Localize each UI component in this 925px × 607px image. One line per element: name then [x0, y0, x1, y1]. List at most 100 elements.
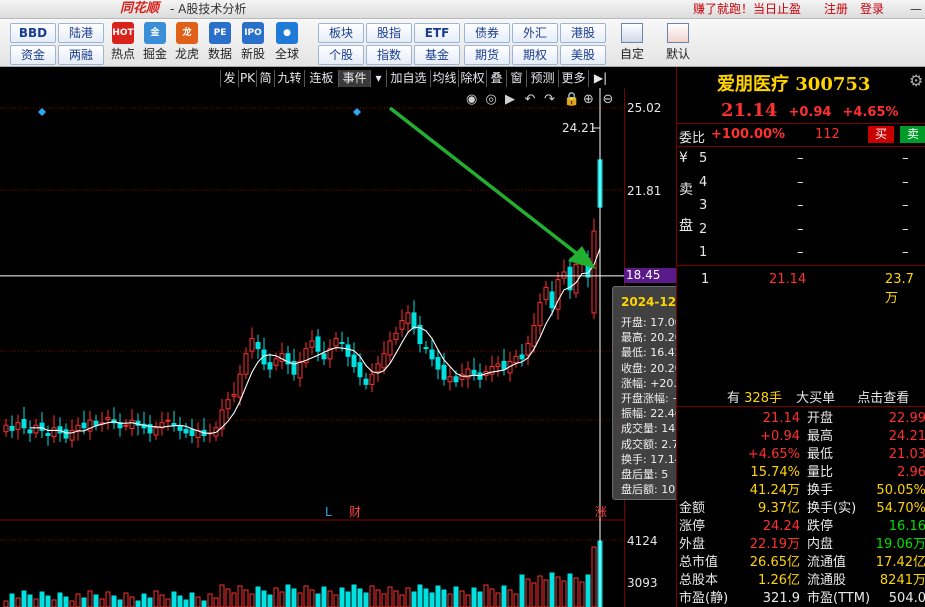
- candle-body[interactable]: [3, 424, 9, 433]
- candle-body[interactable]: [273, 358, 279, 366]
- candle-body[interactable]: [51, 427, 57, 438]
- event-marker[interactable]: L: [325, 505, 332, 519]
- candle-body[interactable]: [81, 422, 87, 429]
- overlay-button[interactable]: 叠: [486, 70, 506, 87]
- candle-body[interactable]: [537, 302, 543, 327]
- candle-body[interactable]: [363, 378, 369, 385]
- candle-body[interactable]: [573, 263, 579, 294]
- default-button[interactable]: 默认: [660, 22, 696, 66]
- candle-body[interactable]: [399, 320, 405, 330]
- nine-turn-button[interactable]: 九转: [274, 70, 304, 87]
- candle-body[interactable]: [237, 373, 243, 398]
- gear-icon[interactable]: ⚙: [909, 71, 923, 90]
- candle-body[interactable]: [381, 353, 387, 369]
- expand-panel-icon[interactable]: ▶|: [588, 70, 612, 87]
- candle-body[interactable]: [105, 417, 111, 420]
- bbd-button[interactable]: BBD: [10, 23, 56, 43]
- candle-body[interactable]: [123, 424, 129, 427]
- toolbar-new-stock-button[interactable]: IPO 新股: [238, 22, 268, 66]
- candle-body[interactable]: [357, 362, 363, 378]
- candle-body[interactable]: [375, 363, 381, 373]
- fund-button[interactable]: 基金: [414, 45, 460, 65]
- event-diamond-marker[interactable]: [38, 108, 46, 116]
- click-to-view-link[interactable]: 点击查看: [857, 391, 909, 406]
- fund-flow-button[interactable]: 资金: [10, 45, 56, 65]
- candle-body[interactable]: [297, 360, 303, 379]
- candle-body[interactable]: [525, 343, 531, 356]
- candle-body[interactable]: [15, 422, 21, 430]
- eye-icon[interactable]: ◉: [466, 92, 477, 107]
- margin-trading-button[interactable]: 两融: [58, 45, 104, 65]
- options-button[interactable]: 期权: [512, 45, 558, 65]
- candle-body[interactable]: [243, 353, 249, 375]
- candle-body[interactable]: [183, 428, 189, 434]
- candle-body[interactable]: [501, 360, 507, 370]
- candle-body[interactable]: [543, 286, 549, 301]
- candle-body[interactable]: [345, 344, 351, 357]
- candle-body[interactable]: [165, 419, 171, 422]
- candle-body[interactable]: [429, 349, 435, 360]
- candle-body[interactable]: [27, 429, 33, 434]
- candle-body[interactable]: [231, 394, 237, 397]
- minimize-button[interactable]: —: [910, 2, 922, 16]
- futures-button[interactable]: 期货: [464, 45, 510, 65]
- kline-chart[interactable]: 24.21 L 财 涨 ◉ ◎ ▶ ↶ ↷ 🔒 ⊕ ⊖: [0, 88, 624, 607]
- candle-body[interactable]: [561, 271, 567, 279]
- candle-body[interactable]: [63, 429, 69, 439]
- redo-icon[interactable]: ↷: [544, 92, 556, 107]
- candle-body[interactable]: [9, 425, 15, 431]
- candle-body[interactable]: [393, 332, 399, 341]
- toolbar-dragon-tiger-button[interactable]: 龙龙虎: [172, 22, 202, 66]
- event-dropdown-icon[interactable]: ▾: [370, 70, 386, 87]
- candle-body[interactable]: [321, 353, 327, 360]
- candle-body[interactable]: [423, 347, 429, 350]
- limit-up-board-button[interactable]: 连板: [304, 70, 338, 87]
- candle-body[interactable]: [69, 429, 75, 441]
- candle-body[interactable]: [495, 363, 501, 368]
- hk-stock-button[interactable]: 港股: [560, 23, 606, 43]
- candle-body[interactable]: [531, 325, 537, 347]
- toolbar-hot-button[interactable]: HOT 热点: [108, 22, 138, 66]
- more-button[interactable]: 更多: [558, 70, 588, 87]
- candle-body[interactable]: [513, 355, 519, 364]
- custom-button[interactable]: 自定: [614, 22, 650, 66]
- candle-body[interactable]: [39, 422, 45, 431]
- us-stock-button[interactable]: 美股: [560, 45, 606, 65]
- toolbar-pe-data-button[interactable]: PE 数据: [205, 22, 235, 66]
- fa-button[interactable]: 发: [220, 70, 238, 87]
- candle-body[interactable]: [267, 362, 273, 370]
- lock-icon[interactable]: 🔒: [564, 92, 580, 107]
- zoom-in-icon[interactable]: ⊕: [583, 92, 594, 107]
- ma-button[interactable]: 均线: [430, 70, 458, 87]
- candle-body[interactable]: [387, 340, 393, 356]
- candle-body[interactable]: [405, 312, 411, 324]
- index-button[interactable]: 指数: [366, 45, 412, 65]
- ex-rights-button[interactable]: 除权: [458, 70, 486, 87]
- candle-body[interactable]: [309, 340, 315, 348]
- sell-button[interactable]: 卖: [900, 126, 925, 143]
- candle-body[interactable]: [177, 425, 183, 431]
- toolbar-dig-gold-button[interactable]: 金掘金: [140, 22, 170, 66]
- candle-body[interactable]: [453, 376, 459, 383]
- register-link[interactable]: 注册: [824, 0, 848, 18]
- candle-body[interactable]: [369, 373, 375, 385]
- login-link[interactable]: 登录: [860, 0, 884, 18]
- candle-body[interactable]: [21, 418, 27, 429]
- forex-button[interactable]: 外汇: [512, 23, 558, 43]
- candle-body[interactable]: [339, 342, 345, 345]
- candle-body[interactable]: [153, 427, 159, 436]
- candle-body[interactable]: [471, 369, 477, 375]
- window-button[interactable]: 窗: [506, 70, 526, 87]
- pk-button[interactable]: PK: [238, 70, 256, 87]
- candle-body[interactable]: [249, 337, 255, 352]
- play-icon[interactable]: ▶: [505, 92, 515, 107]
- individual-stock-button[interactable]: 个股: [318, 45, 364, 65]
- candle-body[interactable]: [549, 291, 555, 309]
- candle-body[interactable]: [189, 429, 195, 436]
- toolbar-globe-button[interactable]: ● 全球: [272, 22, 302, 66]
- candle-body[interactable]: [333, 337, 339, 347]
- event-diamond-marker[interactable]: [353, 108, 361, 116]
- stock-index-button[interactable]: 股指: [366, 23, 412, 43]
- candle-body[interactable]: [441, 364, 447, 380]
- simple-button[interactable]: 简: [256, 70, 274, 87]
